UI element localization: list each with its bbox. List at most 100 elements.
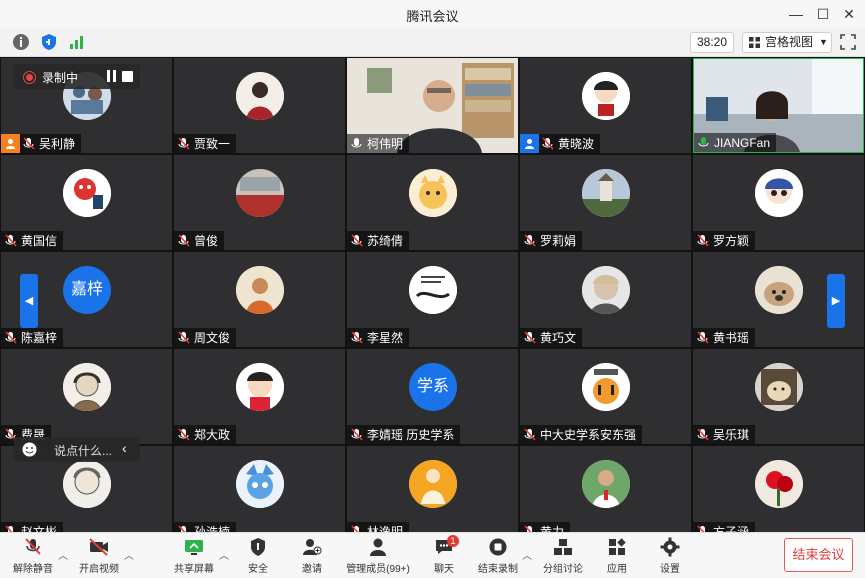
quick-chat-bar[interactable]: 说点什么... ‹	[14, 437, 140, 462]
participant-tile[interactable]: 孙浩楠	[174, 446, 345, 541]
security-button[interactable]: 安全	[240, 535, 276, 577]
end-recording-label: 结束录制	[478, 564, 518, 575]
participant-video[interactable]: JIANGFan	[693, 58, 864, 153]
participant-tile[interactable]: 黄力	[520, 446, 691, 541]
participant-tile[interactable]: 郑大政	[174, 349, 345, 444]
settings-button[interactable]: 设置	[653, 535, 687, 577]
shield-icon[interactable]	[40, 33, 58, 51]
next-page-arrow[interactable]: ▶	[827, 274, 845, 328]
avatar	[409, 266, 457, 314]
participant-tile[interactable]: 黄巧文	[520, 252, 691, 347]
chevron-up-icon[interactable]: ︿	[522, 547, 532, 562]
unmute-label: 解除静音	[13, 564, 53, 575]
participant-tile[interactable]: 林逸明	[347, 446, 518, 541]
name-tag: 曾俊	[174, 231, 225, 250]
participant-video[interactable]: 柯伟明	[347, 58, 518, 153]
meeting-timer: 38:20	[690, 32, 734, 53]
participant-tile[interactable]: 黄晓波	[520, 58, 691, 153]
mic-muted-icon	[178, 330, 190, 344]
maximize-icon[interactable]: ☐	[812, 4, 834, 24]
end-recording-button[interactable]: 结束录制	[475, 535, 521, 577]
start-video-label: 开启视频	[79, 564, 119, 575]
breakout-rooms-button[interactable]: 分组讨论	[540, 535, 586, 577]
manage-members-button[interactable]: 管理成员(99+)	[343, 535, 413, 577]
apps-button[interactable]: 应用	[600, 535, 634, 577]
chevron-up-icon[interactable]: ︿	[58, 547, 68, 562]
mic-muted-icon	[524, 233, 536, 247]
control-bar: 解除静音 ︿ 开启视频 ︿ 共享屏幕 ︿ 安全 邀请 管理成员(99+) 1 聊…	[0, 532, 865, 578]
mic-muted-icon	[178, 427, 190, 441]
security-label: 安全	[248, 564, 268, 575]
participant-tile[interactable]: 黄国信	[1, 155, 172, 250]
participant-name: 柯伟明	[367, 137, 404, 151]
participant-tile[interactable]: 吴乐琪	[693, 349, 864, 444]
info-icon[interactable]	[12, 33, 30, 51]
emoji-icon[interactable]	[22, 442, 37, 457]
close-icon[interactable]: ✕	[838, 4, 860, 24]
avatar	[582, 460, 630, 508]
mic-icon	[351, 137, 362, 147]
participant-tile[interactable]: 贾致一	[174, 58, 345, 153]
participant-tile[interactable]: 学系 李婧瑶 历史学系	[347, 349, 518, 444]
participant-tile[interactable]: 方子涵	[693, 446, 864, 541]
start-video-button[interactable]: 开启视频	[74, 535, 124, 577]
participant-name: 黄巧文	[540, 331, 577, 345]
view-mode-dropdown[interactable]: 宫格视图 ▼	[742, 32, 832, 53]
participant-name: 吴乐琪	[713, 428, 750, 442]
stop-icon[interactable]	[122, 71, 133, 82]
name-tag: 贾致一	[174, 134, 237, 153]
fullscreen-icon[interactable]	[840, 34, 856, 50]
camera-off-icon	[89, 538, 108, 556]
share-screen-button[interactable]: 共享屏幕	[170, 535, 218, 577]
participant-tile[interactable]: 费晟	[1, 349, 172, 444]
signal-icon[interactable]	[68, 33, 86, 51]
name-tag: 黄国信	[1, 231, 64, 250]
participant-name: 吴利静	[39, 137, 76, 151]
avatar	[236, 363, 284, 411]
participant-tile[interactable]: 罗莉娟	[520, 155, 691, 250]
chevron-up-icon[interactable]: ︿	[124, 547, 134, 562]
name-tag: 吴乐琪	[693, 425, 756, 444]
unmute-button[interactable]: 解除静音	[8, 535, 58, 577]
participant-name: 周文俊	[194, 331, 231, 345]
share-screen-icon	[185, 540, 203, 555]
chevron-left-icon[interactable]: ‹	[122, 440, 127, 456]
name-tag: 黄巧文	[520, 328, 583, 347]
end-meeting-button[interactable]: 结束会议	[784, 538, 853, 572]
pause-icon[interactable]	[106, 70, 118, 82]
breakout-rooms-label: 分组讨论	[543, 564, 583, 575]
minimize-icon[interactable]: —	[785, 4, 807, 24]
view-mode-label: 宫格视图	[765, 35, 814, 49]
meeting-toolbar: 38:20 宫格视图 ▼	[0, 28, 865, 57]
prev-page-arrow[interactable]: ◀	[20, 274, 38, 328]
mic-muted-icon	[178, 136, 190, 150]
add-user-icon	[303, 539, 322, 555]
chat-button[interactable]: 1 聊天	[426, 535, 462, 577]
name-tag: 周文俊	[174, 328, 237, 347]
name-tag: 李星然	[347, 328, 410, 347]
avatar	[409, 169, 457, 217]
participant-tile[interactable]: 中大史学系安东强	[520, 349, 691, 444]
participant-name: 郑大政	[194, 428, 231, 442]
chat-unread-badge: 1	[447, 535, 459, 547]
recording-indicator: 录制中	[14, 64, 140, 89]
mic-muted-icon	[524, 330, 536, 344]
chat-input[interactable]: 说点什么...	[54, 442, 112, 459]
participant-name: 李星然	[367, 331, 404, 345]
name-tag: 罗方颖	[693, 231, 756, 250]
invite-button[interactable]: 邀请	[294, 535, 330, 577]
mic-muted-icon	[697, 233, 709, 247]
participant-tile[interactable]: 罗方颖	[693, 155, 864, 250]
title-bar: 腾讯会议 — ☐ ✕	[0, 0, 865, 29]
chevron-up-icon[interactable]: ︿	[219, 547, 229, 562]
participant-tile[interactable]: 李星然	[347, 252, 518, 347]
name-tag: 李婧瑶 历史学系	[347, 425, 461, 444]
grid-view-icon	[749, 37, 760, 48]
participant-tile[interactable]: 曾俊	[174, 155, 345, 250]
participant-tile[interactable]: 周文俊	[174, 252, 345, 347]
participant-name: 黄国信	[21, 234, 58, 248]
share-screen-label: 共享屏幕	[174, 564, 214, 575]
recording-label: 录制中	[42, 71, 79, 85]
participant-tile[interactable]: 苏绮倩	[347, 155, 518, 250]
participant-name: 黄书瑶	[713, 331, 750, 345]
